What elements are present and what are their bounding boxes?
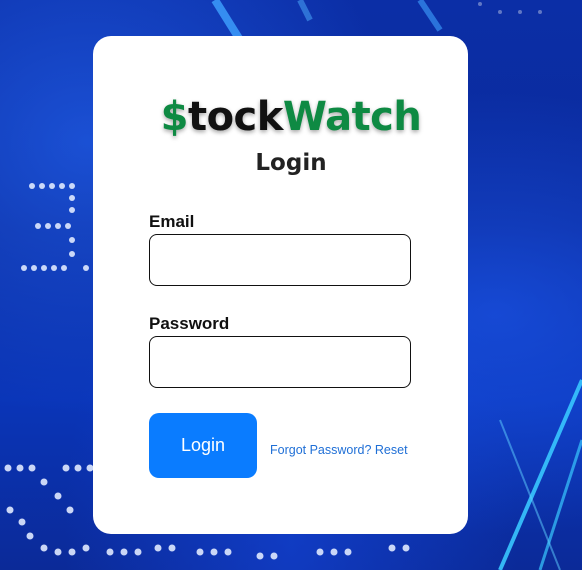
- forgot-password-link[interactable]: Forgot Password? Reset: [270, 443, 408, 457]
- brand-tock: tock: [187, 94, 283, 140]
- brand-watch: Watch: [282, 94, 422, 140]
- password-field[interactable]: [149, 336, 411, 388]
- page-title: Login: [255, 150, 327, 176]
- brand-logo: $tockWatch: [0, 94, 582, 140]
- email-field[interactable]: [149, 234, 411, 286]
- brand-dollar: $: [160, 94, 189, 140]
- password-label: Password: [149, 314, 230, 333]
- login-button[interactable]: Login: [149, 413, 257, 478]
- email-label: Email: [149, 212, 195, 231]
